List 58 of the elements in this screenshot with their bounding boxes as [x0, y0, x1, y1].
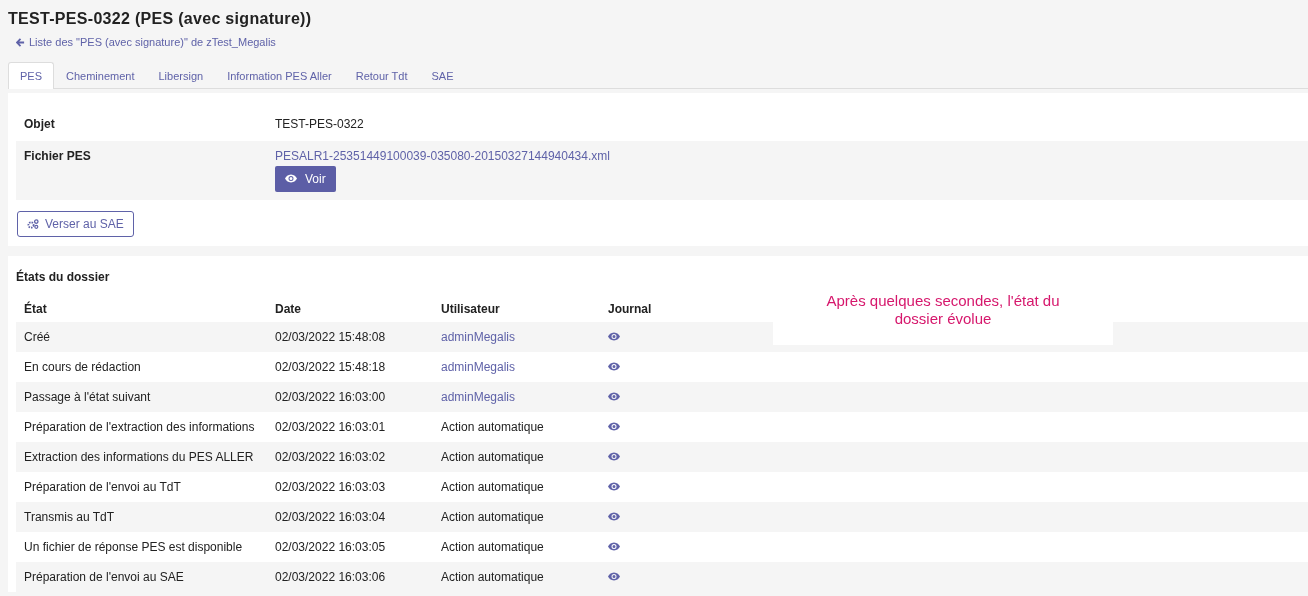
table-cell-text: 02/03/2022 16:03:04	[275, 509, 387, 524]
tab[interactable]: Libersign	[146, 61, 216, 89]
table-cell-text: Préparation de l'envoi au SAE	[24, 569, 185, 584]
table-cell-text: 02/03/2022 16:03:05	[275, 539, 387, 554]
tab[interactable]: SAE	[419, 61, 466, 89]
table-cell-text: Transmis au TdT	[24, 509, 116, 524]
back-link[interactable]: Liste des "PES (avec signature)" de zTest_Megalis	[16, 36, 276, 48]
field-label: Objet	[24, 116, 56, 133]
arrow-left-icon	[16, 37, 25, 47]
table-cell-text: 02/03/2022 16:03:01	[275, 419, 387, 434]
eye-icon[interactable]	[608, 481, 620, 491]
table-cell-text: 02/03/2022 16:03:06	[275, 569, 387, 584]
table-cell-text: Action automatique	[441, 539, 545, 554]
table-cell-text: Action automatique	[441, 479, 545, 494]
table-cell-text: Extraction des informations du PES ALLER	[24, 449, 255, 464]
view-button[interactable]: Voir	[275, 165, 336, 192]
section-title: États du dossier	[16, 269, 111, 284]
eye-icon[interactable]	[608, 451, 620, 461]
column-header: Date	[275, 301, 301, 316]
table-cell-text: Action automatique	[441, 569, 545, 584]
table-cell-text: Action automatique	[441, 449, 545, 464]
table-cell-text: Créé	[24, 329, 51, 344]
tab[interactable]: Cheminement	[54, 61, 147, 89]
tab[interactable]: Retour Tdt	[343, 61, 420, 89]
table-cell-text: 02/03/2022 16:03:03	[275, 479, 387, 494]
tab[interactable]: Information PES Aller	[215, 61, 344, 89]
column-header: État	[24, 301, 47, 316]
eye-icon[interactable]	[608, 511, 620, 521]
file-link[interactable]: PESALR1-25351449100039-035080-20150327144940434.xml	[275, 148, 610, 163]
eye-icon[interactable]	[608, 541, 620, 551]
field-value: TEST-PES-0322	[275, 116, 365, 133]
gears-icon	[27, 218, 39, 229]
field-label: Fichier PES	[24, 148, 92, 165]
eye-icon	[285, 174, 297, 183]
column-header: Utilisateur	[441, 301, 500, 316]
table-cell-text: Préparation de l'envoi au TdT	[24, 479, 182, 494]
table-cell-text: 02/03/2022 15:48:18	[275, 359, 387, 374]
table-cell-text: 02/03/2022 15:48:08	[275, 329, 387, 344]
eye-icon[interactable]	[608, 331, 620, 341]
user-link[interactable]: adminMegalis	[441, 389, 608, 404]
archive-button[interactable]: Verser au SAE	[17, 210, 134, 237]
user-link[interactable]: adminMegalis	[441, 329, 608, 344]
table-cell-text: En cours de rédaction	[24, 359, 142, 374]
eye-icon[interactable]	[608, 571, 620, 581]
table-cell-text: 02/03/2022 16:03:02	[275, 449, 387, 464]
user-link[interactable]: adminMegalis	[441, 359, 608, 374]
column-header: Journal	[608, 301, 652, 316]
eye-icon[interactable]	[608, 361, 620, 371]
eye-icon[interactable]	[608, 421, 620, 431]
eye-icon[interactable]	[608, 391, 620, 401]
table-cell-text: Action automatique	[441, 419, 545, 434]
table-cell-text: Passage à l'état suivant	[24, 389, 152, 404]
table-cell-text: Action automatique	[441, 509, 545, 524]
tab[interactable]: PES	[8, 61, 54, 89]
table-cell-text: 02/03/2022 16:03:00	[275, 389, 387, 404]
page-title: TEST-PES-0322 (PES (avec signature))	[8, 10, 313, 28]
table-cell-text: Préparation de l'extraction des informations	[24, 419, 256, 434]
table-cell-text: Un fichier de réponse PES est disponible	[24, 539, 244, 554]
